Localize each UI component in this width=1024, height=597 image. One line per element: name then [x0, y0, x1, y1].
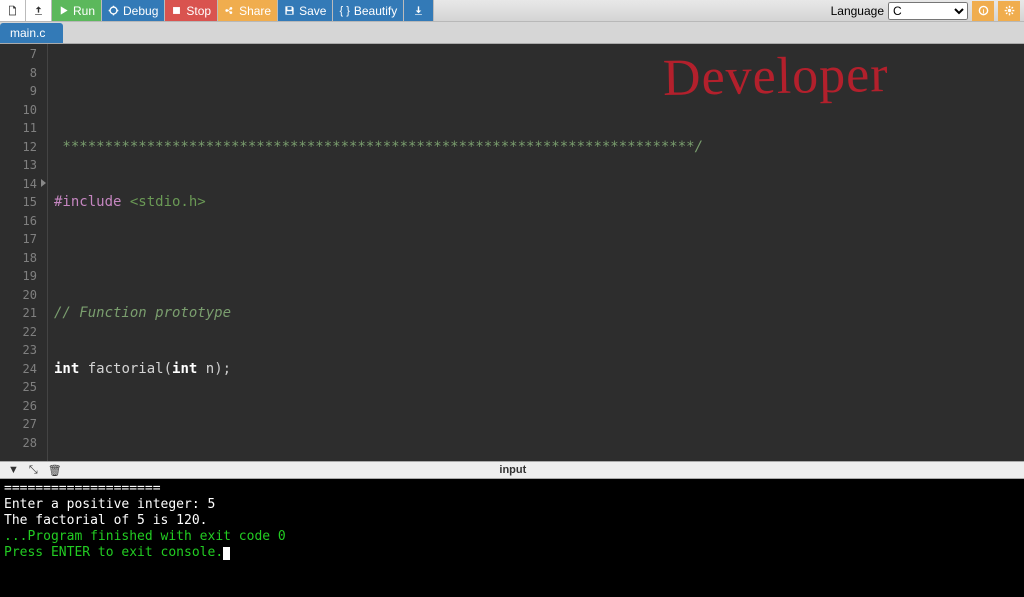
new-file-button[interactable]: [0, 0, 26, 21]
svg-text:i: i: [982, 8, 984, 15]
save-label: Save: [299, 4, 326, 18]
tab-main-c[interactable]: main.c: [0, 23, 63, 43]
console-line: Enter a positive integer: 5: [4, 497, 1020, 513]
share-label: Share: [239, 4, 271, 18]
main-toolbar: Run Debug Stop Share Save { }Beautify La…: [0, 0, 1024, 22]
beautify-button[interactable]: { }Beautify: [333, 0, 404, 21]
tab-bar: main.c: [0, 22, 1024, 44]
code-line: ****************************************…: [54, 139, 703, 155]
expand-icon[interactable]: ⤡: [29, 464, 38, 477]
console-line: Press ENTER to exit console.: [4, 545, 223, 560]
tab-label: main.c: [10, 26, 45, 40]
collapse-icon[interactable]: ▼: [8, 464, 19, 477]
console-line: ...Program finished with exit code 0: [4, 529, 1020, 545]
code-token: <stdio.h>: [130, 194, 206, 210]
code-line: [54, 415, 1024, 434]
console-cursor: [223, 547, 230, 560]
console-output[interactable]: ==================== Enter a positive in…: [0, 479, 1024, 597]
run-label: Run: [73, 4, 95, 18]
code-token: #include: [54, 194, 130, 210]
console-line: The factorial of 5 is 120.: [4, 513, 1020, 529]
code-editor[interactable]: 78910111213 14151617181920 2122232425262…: [0, 44, 1024, 461]
download-button[interactable]: [404, 0, 434, 21]
save-button[interactable]: Save: [278, 0, 333, 21]
stop-button[interactable]: Stop: [165, 0, 218, 21]
code-line: // Function prototype: [54, 305, 231, 321]
gutter: 78910111213 14151617181920 2122232425262…: [0, 44, 48, 461]
upload-button[interactable]: [26, 0, 52, 21]
code-line: [54, 249, 1024, 268]
clear-console-icon[interactable]: 🗑: [48, 464, 62, 477]
debug-label: Debug: [123, 4, 158, 18]
stop-label: Stop: [186, 4, 211, 18]
console-panel-header: ▼ ⤡ 🗑 input: [0, 461, 1024, 479]
console-line: ====================: [4, 481, 1020, 497]
language-area: Language C i: [827, 0, 1024, 21]
share-button[interactable]: Share: [218, 0, 278, 21]
toolbar-spacer: [434, 0, 826, 21]
code-area[interactable]: ****************************************…: [48, 44, 1024, 461]
code-line: [54, 82, 1024, 101]
panel-title: input: [62, 464, 964, 476]
run-button[interactable]: Run: [52, 0, 102, 21]
beautify-label: Beautify: [354, 4, 397, 18]
debug-button[interactable]: Debug: [102, 0, 165, 21]
language-label: Language: [831, 4, 884, 18]
settings-button[interactable]: [998, 1, 1020, 21]
info-button[interactable]: i: [972, 1, 994, 21]
language-select[interactable]: C: [888, 2, 968, 20]
